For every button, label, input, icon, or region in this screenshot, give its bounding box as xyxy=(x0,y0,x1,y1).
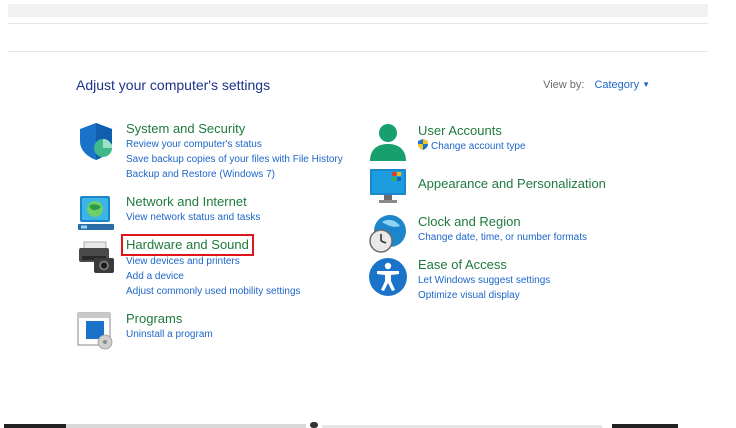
link-file-history[interactable]: Save backup copies of your files with Fi… xyxy=(126,152,343,167)
view-by-label: View by: xyxy=(543,79,585,91)
user-icon[interactable] xyxy=(368,123,408,163)
link-add-device[interactable]: Add a device xyxy=(126,269,301,284)
category-network-and-internet: Network and Internet View network status… xyxy=(76,194,260,234)
link-optimize-visual-display[interactable]: Optimize visual display xyxy=(418,288,550,303)
link-uninstall-program[interactable]: Uninstall a program xyxy=(126,327,213,342)
chevron-down-icon: ▼ xyxy=(642,80,650,89)
category-title[interactable]: User Accounts xyxy=(418,123,526,139)
link-mobility-settings[interactable]: Adjust commonly used mobility settings xyxy=(126,284,301,299)
category-title[interactable]: Network and Internet xyxy=(126,194,260,210)
category-title[interactable]: System and Security xyxy=(126,121,343,137)
printer-camera-icon[interactable] xyxy=(76,236,116,276)
divider xyxy=(8,23,708,24)
category-clock-and-region: Clock and Region Change date, time, or n… xyxy=(368,214,587,254)
category-hardware-and-sound: Hardware and Sound View devices and prin… xyxy=(76,234,301,299)
category-appearance-and-personalization: Appearance and Personalization xyxy=(368,167,606,207)
category-ease-of-access: Ease of Access Let Windows suggest setti… xyxy=(368,257,550,303)
link-date-time-formats[interactable]: Change date, time, or number formats xyxy=(418,230,587,245)
category-title[interactable]: Clock and Region xyxy=(418,214,587,230)
divider xyxy=(8,51,708,52)
accessibility-icon[interactable] xyxy=(368,257,408,297)
link-review-status[interactable]: Review your computer's status xyxy=(126,137,343,152)
category-title[interactable]: Hardware and Sound xyxy=(121,234,254,256)
scrollbar-thumb[interactable] xyxy=(310,422,318,428)
view-by-dropdown[interactable]: Category ▼ xyxy=(594,79,650,91)
category-system-and-security: System and Security Review your computer… xyxy=(76,121,343,182)
category-user-accounts: User Accounts Change account type xyxy=(368,123,526,163)
category-title[interactable]: Ease of Access xyxy=(418,257,550,273)
globe-network-icon[interactable] xyxy=(76,194,116,234)
taskbar-strip xyxy=(0,422,736,428)
top-address-bar xyxy=(8,4,708,17)
page-title: Adjust your computer's settings xyxy=(76,77,271,93)
link-network-status[interactable]: View network status and tasks xyxy=(126,210,260,225)
shield-icon[interactable] xyxy=(76,121,116,161)
category-title[interactable]: Appearance and Personalization xyxy=(418,176,606,192)
link-devices-printers[interactable]: View devices and printers xyxy=(126,254,301,269)
category-title[interactable]: Programs xyxy=(126,311,213,327)
link-change-account-type[interactable]: Change account type xyxy=(418,139,526,154)
link-backup-restore[interactable]: Backup and Restore (Windows 7) xyxy=(126,167,343,182)
link-windows-suggest-settings[interactable]: Let Windows suggest settings xyxy=(418,273,550,288)
monitor-icon[interactable] xyxy=(368,167,408,207)
programs-icon[interactable] xyxy=(76,311,116,351)
view-by-control: View by: Category ▼ xyxy=(543,79,650,91)
clock-globe-icon[interactable] xyxy=(368,214,408,254)
category-programs: Programs Uninstall a program xyxy=(76,311,213,351)
uac-shield-icon xyxy=(418,139,428,150)
